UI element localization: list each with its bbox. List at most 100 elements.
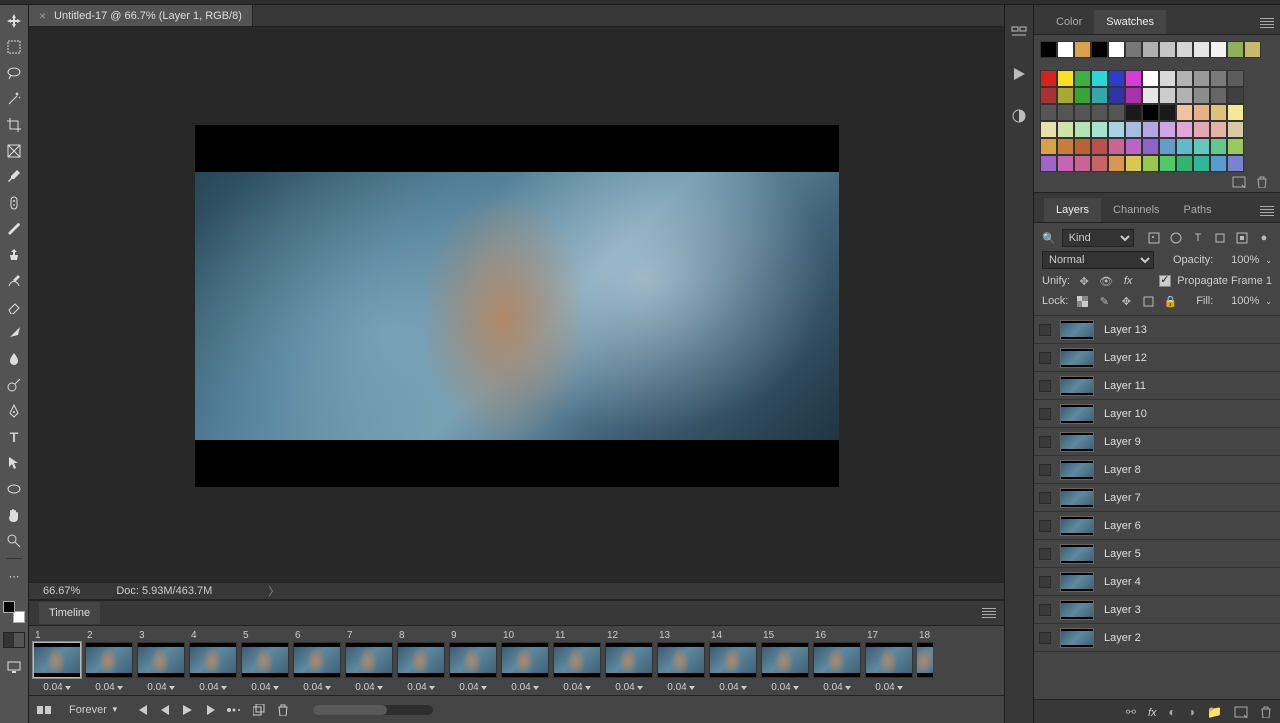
marquee-tool[interactable] [3, 35, 25, 58]
prev-frame-icon[interactable] [161, 705, 171, 715]
layer-name[interactable]: Layer 6 [1104, 520, 1141, 532]
loop-select[interactable]: Forever ▼ [63, 702, 125, 718]
layer-visibility-toggle[interactable] [1034, 464, 1056, 476]
layer-visibility-toggle[interactable] [1034, 380, 1056, 392]
swatch[interactable] [1227, 155, 1244, 172]
hand-tool[interactable] [3, 503, 25, 526]
swatch[interactable] [1159, 155, 1176, 172]
layer-thumbnail[interactable] [1060, 572, 1094, 592]
move-tool[interactable] [3, 9, 25, 32]
swatch[interactable] [1125, 138, 1142, 155]
swatch[interactable] [1159, 87, 1176, 104]
quick-mask-toggle[interactable] [3, 632, 25, 648]
timeline-frame[interactable]: 160.04 [813, 630, 861, 695]
layer-visibility-toggle[interactable] [1034, 352, 1056, 364]
healing-brush-tool[interactable] [3, 191, 25, 214]
timeline-frame[interactable]: 70.04 [345, 630, 393, 695]
layer-row[interactable]: Layer 11 [1034, 372, 1280, 400]
adjustments-icon[interactable] [1010, 107, 1028, 125]
layer-row[interactable]: Layer 4 [1034, 568, 1280, 596]
duplicate-frame-icon[interactable] [253, 704, 265, 716]
swatch[interactable] [1159, 138, 1176, 155]
timeline-frame[interactable]: 150.04 [761, 630, 809, 695]
magic-wand-tool[interactable] [3, 87, 25, 110]
filter-adjust-icon[interactable] [1168, 230, 1184, 246]
swatch[interactable] [1091, 104, 1108, 121]
timeline-frame[interactable]: 18 [917, 630, 933, 695]
layer-row[interactable]: Layer 10 [1034, 400, 1280, 428]
layer-name[interactable]: Layer 9 [1104, 436, 1141, 448]
swatch[interactable] [1108, 70, 1125, 87]
type-tool[interactable]: T [3, 425, 25, 448]
lock-pixels-icon[interactable]: ✎ [1096, 293, 1112, 309]
swatch[interactable] [1125, 70, 1142, 87]
delete-frame-icon[interactable] [277, 704, 289, 716]
unify-style-icon[interactable]: fx [1120, 273, 1136, 289]
lasso-tool[interactable] [3, 61, 25, 84]
timeline-frame[interactable]: 30.04 [137, 630, 185, 695]
timeline-tab[interactable]: Timeline [39, 602, 100, 624]
layer-row[interactable]: Layer 13 [1034, 316, 1280, 344]
layer-visibility-toggle[interactable] [1034, 548, 1056, 560]
swatch[interactable] [1193, 104, 1210, 121]
layer-visibility-toggle[interactable] [1034, 408, 1056, 420]
link-layers-icon[interactable]: ⚯ [1126, 705, 1136, 719]
layer-thumbnail[interactable] [1060, 516, 1094, 536]
timeline-frame[interactable]: 120.04 [605, 630, 653, 695]
swatch[interactable] [1091, 41, 1108, 58]
swatch[interactable] [1057, 155, 1074, 172]
screen-mode[interactable] [3, 655, 25, 678]
frame-tool[interactable] [3, 139, 25, 162]
swatch[interactable] [1091, 70, 1108, 87]
layer-name[interactable]: Layer 7 [1104, 492, 1141, 504]
swatch[interactable] [1108, 41, 1125, 58]
layer-thumbnail[interactable] [1060, 460, 1094, 480]
layers-tab[interactable]: Layers [1044, 198, 1101, 222]
filter-pixel-icon[interactable] [1146, 230, 1162, 246]
swatch[interactable] [1227, 104, 1244, 121]
adjustment-layer-icon[interactable]: ◑ [1188, 705, 1195, 719]
timeline-frame[interactable]: 10.04 [33, 630, 81, 695]
swatch[interactable] [1176, 155, 1193, 172]
swatch[interactable] [1108, 121, 1125, 138]
layer-row[interactable]: Layer 5 [1034, 540, 1280, 568]
swatch[interactable] [1227, 87, 1244, 104]
swatch[interactable] [1193, 138, 1210, 155]
canvas-area[interactable] [29, 27, 1004, 582]
delete-layer-icon[interactable] [1260, 706, 1272, 718]
convert-timeline-icon[interactable] [37, 704, 51, 716]
foreground-background-colors[interactable] [3, 601, 25, 623]
swatch[interactable] [1227, 70, 1244, 87]
swatch[interactable] [1193, 87, 1210, 104]
swatch[interactable] [1210, 155, 1227, 172]
filter-toggle-icon[interactable]: ● [1256, 230, 1272, 246]
eyedropper-tool[interactable] [3, 165, 25, 188]
opacity-value[interactable]: 100% [1219, 254, 1259, 266]
layer-row[interactable]: Layer 3 [1034, 596, 1280, 624]
timeline-frame[interactable]: 130.04 [657, 630, 705, 695]
zoom-level[interactable]: 66.67% [43, 585, 80, 597]
swatch[interactable] [1176, 87, 1193, 104]
swatch[interactable] [1193, 155, 1210, 172]
layer-name[interactable]: Layer 10 [1104, 408, 1147, 420]
color-tab[interactable]: Color [1044, 10, 1094, 34]
channels-tab[interactable]: Channels [1101, 198, 1171, 222]
edit-toolbar[interactable]: ⋯ [3, 565, 25, 588]
swatch[interactable] [1176, 121, 1193, 138]
pen-tool[interactable] [3, 399, 25, 422]
fill-value[interactable]: 100% [1219, 295, 1259, 307]
swatch[interactable] [1040, 87, 1057, 104]
layer-thumbnail[interactable] [1060, 488, 1094, 508]
swatch[interactable] [1210, 87, 1227, 104]
swatch[interactable] [1142, 41, 1159, 58]
new-swatch-icon[interactable] [1232, 176, 1246, 188]
swatch[interactable] [1193, 121, 1210, 138]
layer-thumbnail[interactable] [1060, 404, 1094, 424]
swatch[interactable] [1057, 104, 1074, 121]
layer-name[interactable]: Layer 11 [1104, 380, 1146, 392]
layer-name[interactable]: Layer 8 [1104, 464, 1141, 476]
timeline-scrollbar[interactable] [313, 705, 433, 715]
layer-name[interactable]: Layer 4 [1104, 576, 1141, 588]
swatch[interactable] [1227, 121, 1244, 138]
zoom-tool[interactable] [3, 529, 25, 552]
